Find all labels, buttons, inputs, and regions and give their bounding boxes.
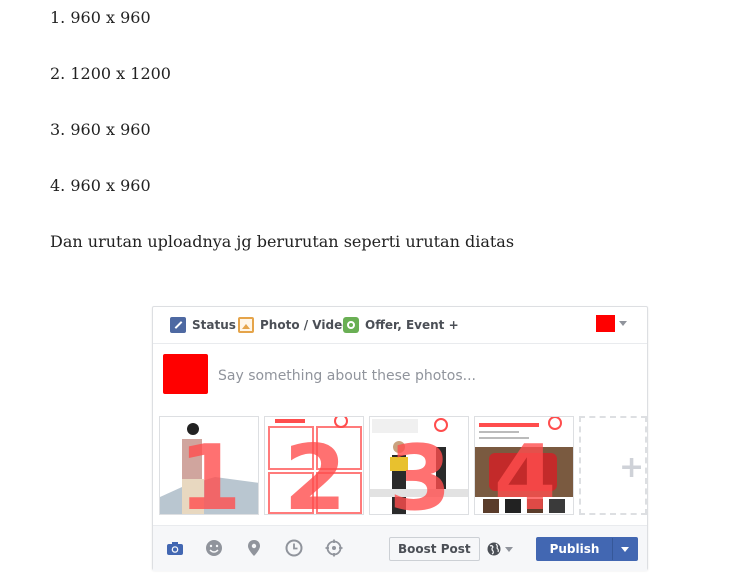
- photo-thumbnail-3[interactable]: 3: [369, 416, 469, 515]
- photo-4-image: 4: [475, 417, 573, 515]
- photo-2-number: 2: [284, 426, 347, 515]
- photo-thumbnail-1[interactable]: 1: [159, 416, 259, 515]
- redacted-page-avatar: [596, 315, 615, 332]
- redacted-avatar: [163, 354, 208, 394]
- size-line-4: 4. 960 x 960: [50, 176, 151, 195]
- location-icon[interactable]: [245, 539, 263, 557]
- offer-icon: [343, 317, 359, 333]
- photo-1-number: 1: [179, 426, 242, 515]
- tab-status[interactable]: Status: [170, 316, 236, 334]
- boost-post-button[interactable]: Boost Post: [389, 537, 480, 561]
- upload-order-note: Dan urutan uploadnya jg berurutan sepert…: [50, 232, 515, 251]
- photo-2-image: 2: [265, 417, 363, 515]
- size-line-1: 1. 960 x 960: [50, 8, 151, 27]
- size-line-2: 2. 1200 x 1200: [50, 64, 171, 83]
- photo-4-number: 4: [494, 426, 557, 515]
- chevron-down-icon: [621, 546, 629, 552]
- photo-1-image: 1: [160, 417, 258, 515]
- composer-tabs: Status Photo / Video Offer, Event +: [153, 307, 647, 344]
- chevron-down-icon: [619, 321, 627, 326]
- post-text-input[interactable]: [218, 367, 618, 385]
- tab-status-label: Status: [192, 318, 236, 332]
- tab-photo-video[interactable]: Photo / Video: [238, 316, 350, 334]
- add-photo-button[interactable]: +: [579, 416, 647, 515]
- photo-thumbnail-4[interactable]: 4: [474, 416, 574, 515]
- clock-icon[interactable]: [285, 539, 303, 557]
- emoji-icon[interactable]: [205, 539, 223, 557]
- page-selector[interactable]: [596, 315, 627, 332]
- tab-offer-label: Offer, Event +: [365, 318, 459, 332]
- publish-button[interactable]: Publish: [536, 537, 638, 561]
- photo-thumbnail-2[interactable]: 2: [264, 416, 364, 515]
- audience-selector[interactable]: [487, 542, 513, 556]
- post-composer: Status Photo / Video Offer, Event + 1: [152, 306, 648, 571]
- photo-thumbnails: 1 2 3 4 +: [159, 416, 647, 515]
- tab-offer-event[interactable]: Offer, Event +: [343, 316, 459, 334]
- photo-3-image: 3: [370, 417, 468, 515]
- plus-icon: +: [619, 450, 645, 485]
- target-icon[interactable]: [325, 539, 343, 557]
- tab-photo-label: Photo / Video: [260, 318, 351, 332]
- publish-options-dropdown[interactable]: [612, 538, 637, 560]
- pencil-icon: [170, 317, 186, 333]
- photo-3-number: 3: [389, 426, 452, 515]
- photo-icon: [238, 317, 254, 333]
- composer-footer: Boost Post Publish: [153, 525, 647, 571]
- size-line-3: 3. 960 x 960: [50, 120, 151, 139]
- camera-icon[interactable]: [166, 539, 184, 557]
- globe-icon: [487, 542, 501, 556]
- chevron-down-icon: [505, 546, 513, 552]
- publish-label: Publish: [549, 542, 600, 556]
